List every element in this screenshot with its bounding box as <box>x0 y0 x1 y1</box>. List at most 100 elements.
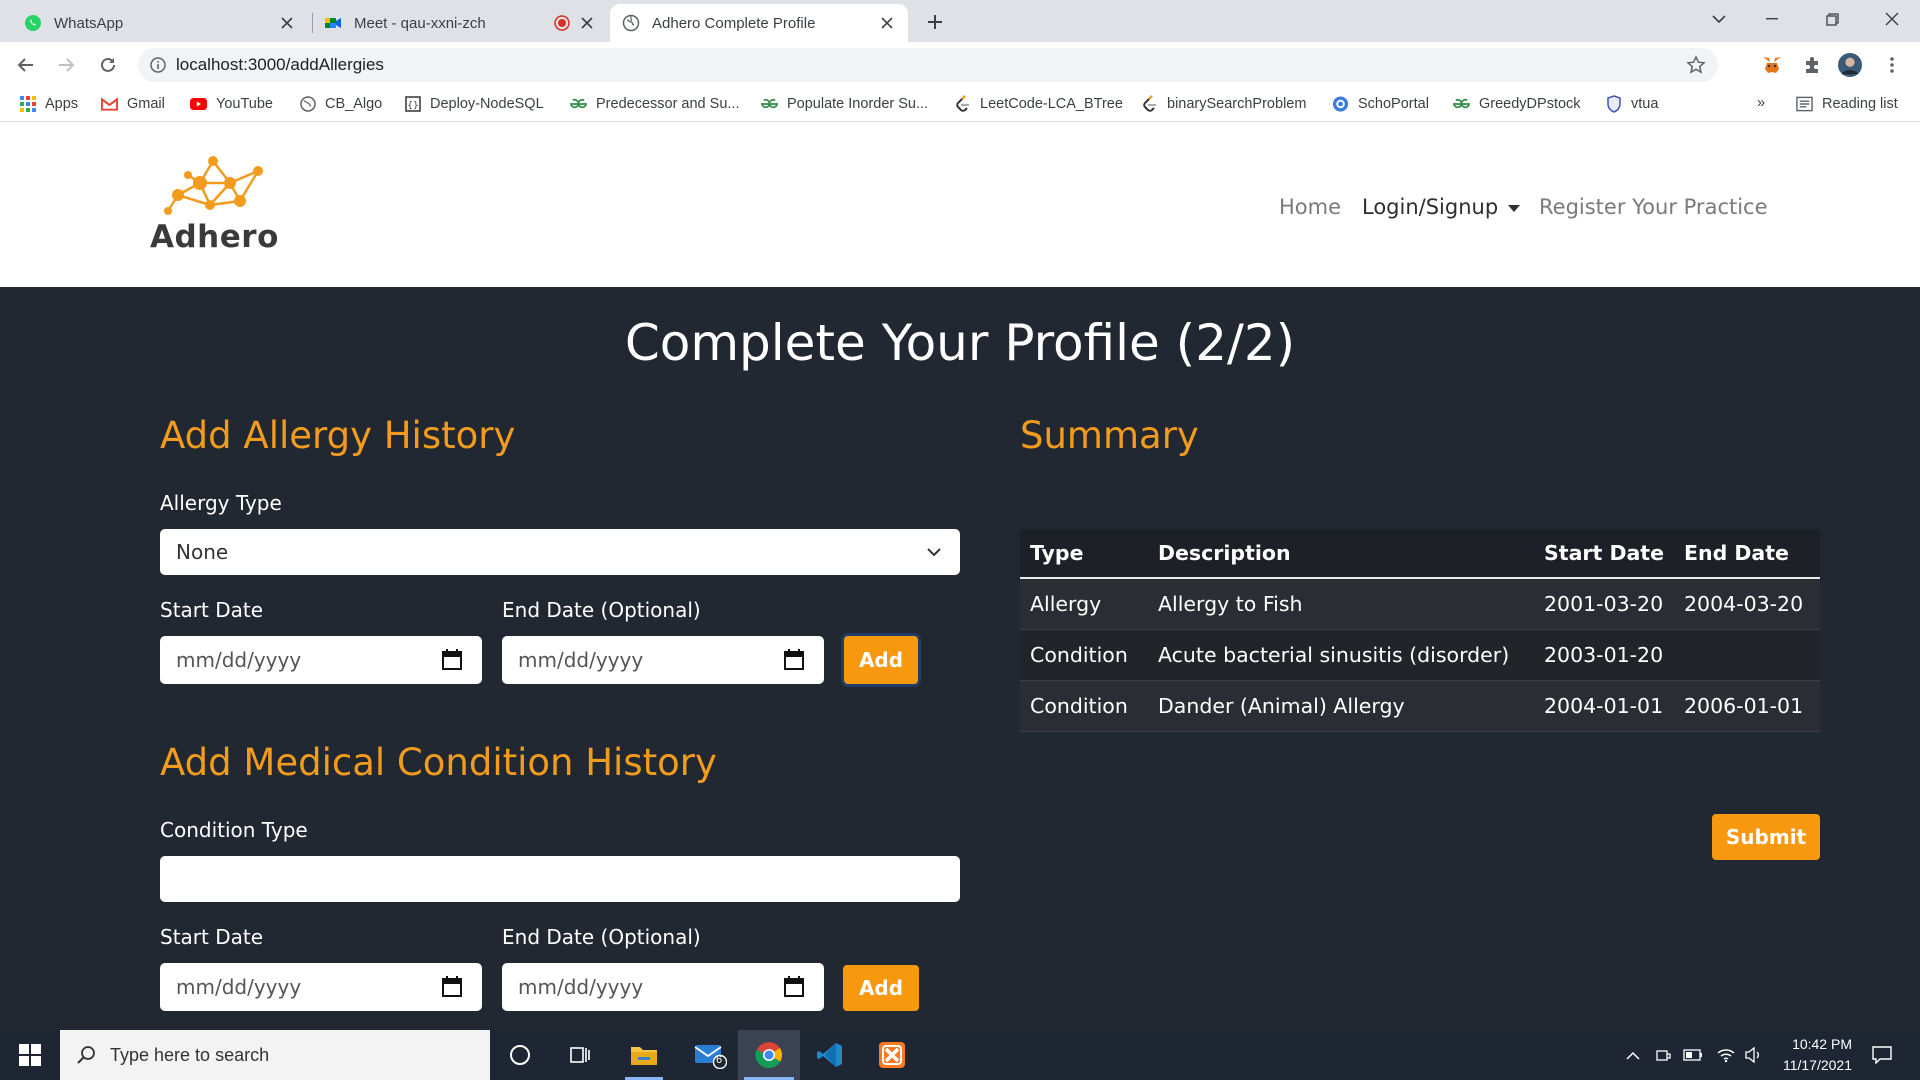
close-icon[interactable] <box>278 14 296 32</box>
close-icon[interactable] <box>578 14 596 32</box>
battery-icon[interactable] <box>1682 1030 1704 1080</box>
tab-search-button[interactable] <box>1695 0 1743 38</box>
forward-button[interactable] <box>52 51 80 79</box>
taskbar-search-box[interactable]: Type here to search <box>60 1030 490 1080</box>
xampp-icon[interactable] <box>866 1030 918 1080</box>
bookmark-greedy-dp[interactable]: GreedyDPstock <box>1453 95 1581 112</box>
volume-icon[interactable] <box>1742 1030 1764 1080</box>
windows-start-icon[interactable] <box>0 1030 60 1080</box>
calendar-icon[interactable] <box>784 976 804 997</box>
tab-adhero[interactable]: Adhero Complete Profile <box>610 4 908 42</box>
system-clock[interactable]: 10:42 PM 11/17/2021 <box>1783 1034 1852 1076</box>
leetcode-icon <box>954 94 971 112</box>
tab-meet[interactable]: Meet - qau-xxni-zch <box>312 4 608 42</box>
bookmark-label: Gmail <box>127 95 165 112</box>
reload-button[interactable] <box>94 51 122 79</box>
add-condition-button[interactable]: Add <box>843 965 919 1011</box>
calendar-icon[interactable] <box>784 649 804 670</box>
calendar-icon[interactable] <box>442 649 462 670</box>
bookmark-cb-algo[interactable]: CB_Algo <box>299 95 382 112</box>
caret-down-icon <box>1508 204 1521 212</box>
tab-whatsapp[interactable]: WhatsApp <box>12 4 308 42</box>
bookmark-label: Apps <box>45 95 79 112</box>
bookmark-label: YouTube <box>216 95 273 112</box>
allergy-type-select[interactable]: None <box>160 529 960 575</box>
bookmark-apps[interactable]: Apps <box>19 95 78 112</box>
browser-tab-strip: WhatsApp Meet - qau-xxni-zch Adhero Comp… <box>0 0 1920 42</box>
info-icon[interactable] <box>150 57 166 73</box>
globe-icon <box>622 14 640 32</box>
cortana-icon[interactable] <box>496 1030 544 1080</box>
bookmark-schoportal[interactable]: SchoPortal <box>1332 95 1429 112</box>
summary-heading: Summary <box>1020 414 1199 457</box>
gfg-icon <box>570 95 587 112</box>
allergy-end-date-input[interactable]: mm/dd/yyyy <box>502 636 824 684</box>
condition-end-date-input[interactable]: mm/dd/yyyy <box>502 963 824 1011</box>
more-bookmarks-button[interactable]: » <box>1757 95 1765 111</box>
bookmark-deploy-nodesql[interactable]: {} Deploy-NodeSQL <box>404 95 544 112</box>
extensions-puzzle-icon[interactable] <box>1800 53 1824 77</box>
profile-avatar[interactable] <box>1838 53 1862 77</box>
gfg-icon <box>1453 95 1470 112</box>
nav-login-dropdown[interactable]: Login/Signup <box>1362 195 1521 219</box>
tab-title: Meet - qau-xxni-zch <box>354 14 486 32</box>
back-button[interactable] <box>12 51 40 79</box>
nav-home-link[interactable]: Home <box>1279 195 1341 219</box>
table-cell: 2006-01-01 <box>1674 680 1820 732</box>
notification-center-icon[interactable] <box>1862 1030 1902 1080</box>
vscode-icon[interactable] <box>806 1030 854 1080</box>
allergy-start-date-input[interactable]: mm/dd/yyyy <box>160 636 482 684</box>
bookmark-populate-inorder[interactable]: Populate Inorder Su... <box>761 95 928 112</box>
url-text: localhost:3000/addAllergies <box>176 55 384 74</box>
address-bar[interactable]: localhost:3000/addAllergies <box>138 48 1718 82</box>
bookmark-binary-search[interactable]: binarySearchProblem <box>1141 94 1306 112</box>
condition-type-input[interactable] <box>160 856 960 902</box>
reading-list-icon <box>1796 95 1813 112</box>
metamask-icon[interactable] <box>1760 53 1784 77</box>
bookmark-youtube[interactable]: YouTube <box>190 95 273 112</box>
allergy-type-label: Allergy Type <box>160 491 282 515</box>
restore-button[interactable] <box>1808 0 1856 38</box>
mail-icon[interactable]: 6 <box>682 1030 738 1080</box>
add-allergy-button[interactable]: Add <box>844 636 918 684</box>
bookmark-star-icon[interactable] <box>1686 55 1706 75</box>
logo-text[interactable]: Adhero <box>150 219 279 255</box>
chrome-icon[interactable] <box>738 1030 800 1080</box>
wifi-icon[interactable] <box>1714 1030 1738 1080</box>
allergy-type-value: None <box>176 540 229 564</box>
calendar-icon[interactable] <box>442 976 462 997</box>
bookmark-label: Deploy-NodeSQL <box>430 95 544 112</box>
browser-menu-icon[interactable] <box>1880 53 1904 77</box>
bookmark-gmail[interactable]: Gmail <box>101 95 165 112</box>
new-tab-button[interactable] <box>921 8 949 36</box>
table-cell: Allergy to Fish <box>1148 578 1534 630</box>
tray-device-icon[interactable] <box>1652 1030 1674 1080</box>
portal-icon <box>1332 95 1349 112</box>
close-window-button[interactable] <box>1868 0 1916 38</box>
nav-register-link[interactable]: Register Your Practice <box>1539 195 1768 219</box>
file-explorer-icon[interactable] <box>619 1030 669 1080</box>
bookmark-vtua[interactable]: vtua <box>1605 94 1659 113</box>
bookmark-label: LeetCode-LCA_BTree <box>980 95 1123 112</box>
column-header: Start Date <box>1534 529 1674 579</box>
bookmark-label: CB_Algo <box>325 95 383 112</box>
bookmark-leetcode-lca[interactable]: LeetCode-LCA_BTree <box>954 94 1123 112</box>
bookmark-predecessor[interactable]: Predecessor and Su... <box>570 95 739 112</box>
minimize-button[interactable] <box>1748 0 1796 38</box>
bookmark-label: vtua <box>1631 95 1659 112</box>
reading-list-button[interactable]: Reading list <box>1796 95 1898 112</box>
table-row: Condition Dander (Animal) Allergy 2004-0… <box>1020 680 1820 732</box>
submit-button[interactable]: Submit <box>1712 814 1820 860</box>
condition-type-label: Condition Type <box>160 818 308 842</box>
site-navbar: Adhero Home Login/Signup Register Your P… <box>0 123 1920 287</box>
tab-title: Adhero Complete Profile <box>652 14 816 32</box>
table-cell: 2001-03-20 <box>1534 578 1674 630</box>
task-view-icon[interactable] <box>556 1030 604 1080</box>
bookmarks-bar: Apps Gmail YouTube CB_Algo {} Deploy-Nod… <box>0 88 1920 122</box>
whatsapp-icon <box>24 14 42 32</box>
condition-start-date-input[interactable]: mm/dd/yyyy <box>160 963 482 1011</box>
tray-chevron-up-icon[interactable] <box>1622 1030 1644 1080</box>
close-icon[interactable] <box>878 14 896 32</box>
table-cell: Allergy <box>1020 578 1148 630</box>
condition-start-label: Start Date <box>160 925 264 949</box>
